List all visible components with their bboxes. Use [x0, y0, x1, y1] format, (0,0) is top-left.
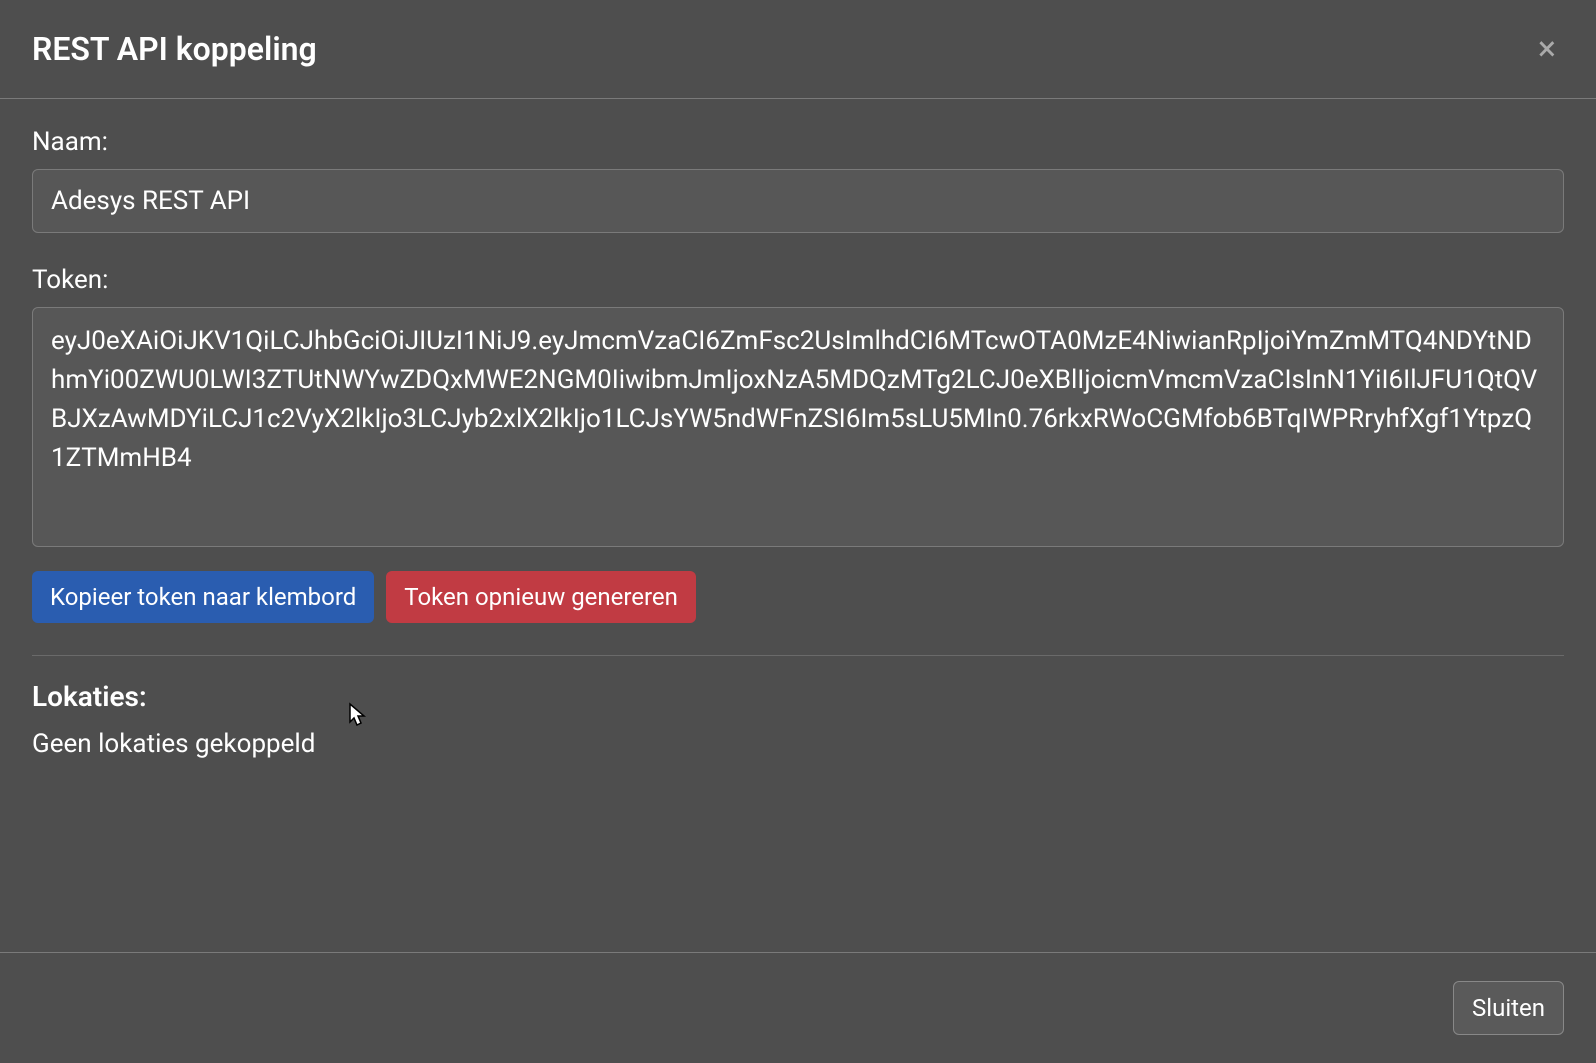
section-divider: [32, 655, 1564, 656]
token-label: Token:: [32, 265, 1564, 295]
name-input[interactable]: [32, 169, 1564, 233]
token-button-row: Kopieer token naar klembord Token opnieu…: [32, 571, 1564, 623]
copy-token-button[interactable]: Kopieer token naar klembord: [32, 571, 374, 623]
modal-header: REST API koppeling ×: [0, 0, 1596, 99]
close-button[interactable]: Sluiten: [1453, 981, 1564, 1035]
regenerate-token-button[interactable]: Token opnieuw genereren: [386, 571, 696, 623]
token-textarea[interactable]: [32, 307, 1564, 547]
modal-dialog: REST API koppeling × Naam: Token: Kopiee…: [0, 0, 1596, 1063]
modal-title: REST API koppeling: [32, 30, 317, 68]
modal-footer: Sluiten: [0, 952, 1596, 1063]
modal-body: Naam: Token: Kopieer token naar klembord…: [0, 99, 1596, 952]
locations-empty-text: Geen lokaties gekoppeld: [32, 729, 1564, 759]
name-label: Naam:: [32, 127, 1564, 157]
locations-title: Lokaties:: [32, 680, 1564, 713]
close-icon[interactable]: ×: [1530, 28, 1564, 70]
